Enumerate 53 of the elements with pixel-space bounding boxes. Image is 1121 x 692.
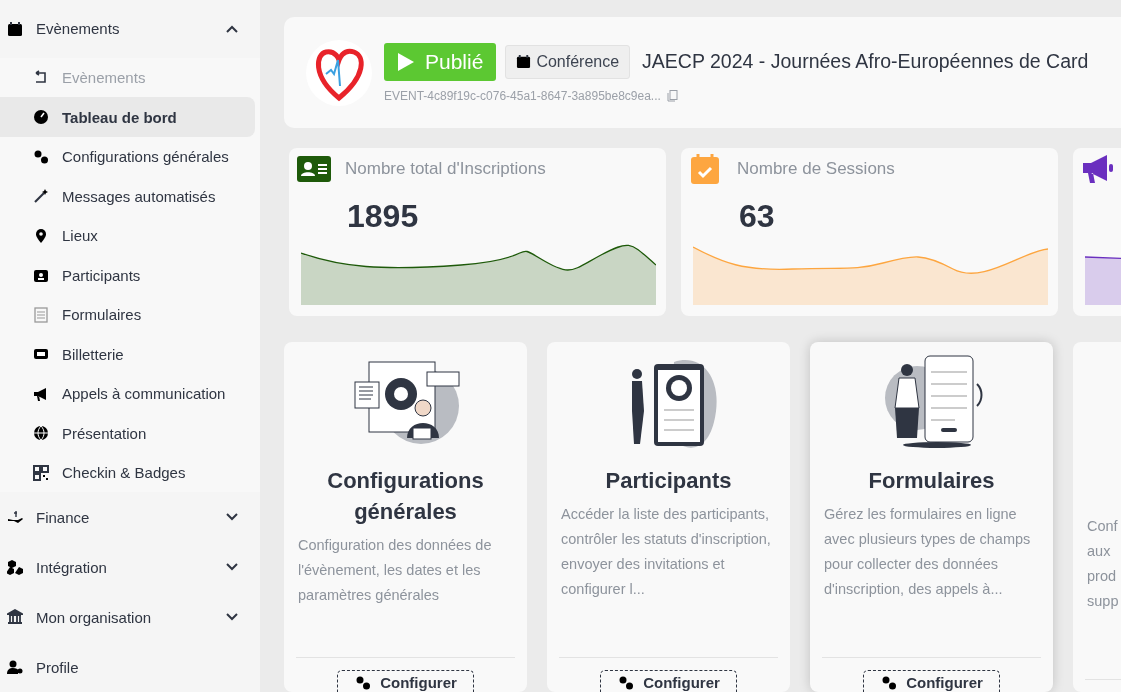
configure-button[interactable]: Configurer (337, 670, 474, 692)
sidebar-item[interactable]: Billetterie (0, 334, 255, 374)
sidebar-group[interactable]: Evènements (0, 0, 260, 58)
sidebar-item[interactable]: Formulaires (0, 294, 255, 335)
card-title: Formulaires (868, 467, 995, 495)
chevron-down-icon (226, 613, 238, 622)
event-id: EVENT-4c89f19c-c076-45a1-8647-3a895be8c9ea... (384, 88, 661, 103)
card-title: Participants (605, 467, 732, 495)
calendar-icon (7, 20, 23, 37)
stat-value: 1895 (347, 198, 420, 235)
form-icon (33, 306, 49, 323)
copy-icon[interactable] (666, 89, 678, 102)
sidebar-item[interactable]: Appels à communication (0, 373, 255, 414)
heart-logo (306, 39, 372, 106)
dashboard-icon (33, 109, 49, 126)
bank-icon (7, 609, 23, 626)
chevron-down-icon (226, 513, 238, 522)
event-title: JAECP 2024 - Journées Afro-Européennes de Card (642, 50, 1089, 73)
stat-value: 63 (739, 198, 776, 235)
sidebar-item[interactable]: Tableau de bord (0, 97, 255, 137)
card-description: Conf aux prod supp (1086, 517, 1120, 611)
stat-label: Nombre de Sessions (737, 159, 895, 179)
card-title: Configurations générales (326, 467, 485, 526)
magic-wand-icon (33, 188, 49, 205)
badge-icon (33, 267, 49, 284)
event-type-tag: Conférence (505, 44, 631, 79)
calendar-icon (516, 54, 532, 69)
sidebar-group[interactable]: Profile (0, 642, 260, 692)
stat-label: Nombre total d'Inscriptions (345, 159, 546, 179)
card-description: Configuration des données de l'évènement, les dates et les paramètres générales (297, 536, 493, 605)
sidebar-item[interactable]: Messages automatisés (0, 176, 255, 216)
sidebar-item[interactable]: Lieux (0, 215, 255, 256)
sidebar-item[interactable]: Checkin & Badges (0, 452, 255, 493)
user-gear-icon (7, 659, 23, 676)
megaphone-icon (33, 385, 49, 402)
sidebar-item[interactable]: Présentation (0, 413, 255, 453)
cubes-icon (7, 559, 23, 576)
map-pin-icon (33, 227, 49, 244)
sidebar-group[interactable]: Intégration (0, 542, 260, 593)
configure-button[interactable]: Configurer (863, 670, 1000, 692)
card-description: Accéder la liste des participants, contrôler les statuts d'inscription, envoyer des invitations et configurer l... (560, 505, 772, 599)
sidebar-item[interactable]: Participants (0, 255, 255, 295)
sidebar-item[interactable]: Configurations générales (0, 136, 255, 177)
chevron-up-icon (226, 24, 238, 33)
card-description: Gérez les formulaires en ligne avec plusieurs types de champs pour collecter des données d'inscription, des appels à... (823, 505, 1032, 599)
back-arrow-icon (33, 69, 49, 86)
configure-button[interactable]: Configurer (600, 670, 737, 692)
chevron-down-icon (226, 563, 238, 572)
sidebar-group[interactable]: Mon organisation (0, 592, 260, 643)
globe-icon (33, 425, 49, 442)
qr-code-icon (33, 464, 49, 481)
play-icon (397, 51, 415, 72)
sidebar-group[interactable]: Finance (0, 492, 260, 543)
